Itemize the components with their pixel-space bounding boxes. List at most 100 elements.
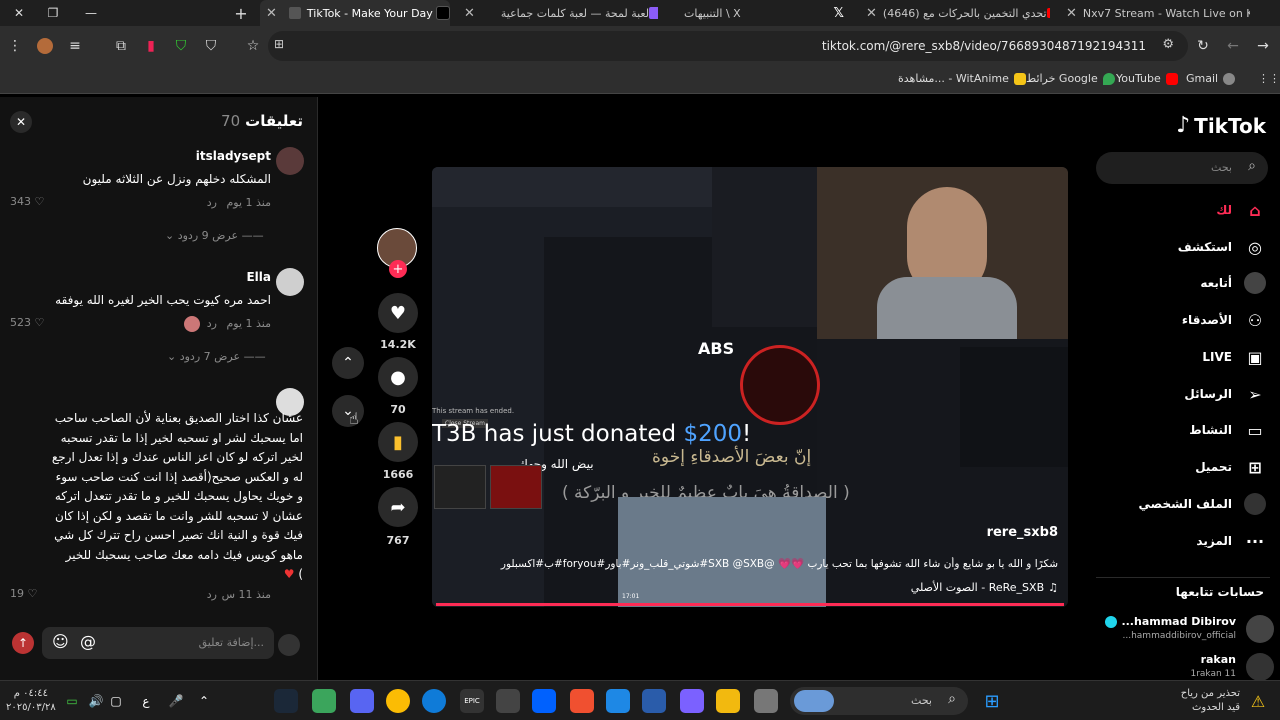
video-author[interactable]: rere_sxb8: [987, 525, 1058, 540]
close-tab-icon[interactable]: ✕: [866, 6, 877, 21]
nav-activity[interactable]: ▭ النشاط: [1189, 417, 1266, 443]
app-icon[interactable]: [754, 689, 778, 713]
comment-input[interactable]: إضافة تعليق... ☺ @: [42, 627, 274, 659]
close-comments-button[interactable]: ✕: [10, 111, 32, 133]
copilot-icon[interactable]: [680, 689, 704, 713]
reply-button[interactable]: رد: [207, 588, 217, 601]
search-input[interactable]: بحث ⌕: [1096, 152, 1268, 184]
post-comment-button[interactable]: ↑: [12, 632, 34, 654]
forward-icon[interactable]: ←: [1220, 33, 1246, 59]
tab-lamha[interactable]: ✕ لعبة لمحة — لعبة كلمات جماعية: [458, 0, 658, 26]
windows-start-icon[interactable]: ⊞: [980, 689, 1004, 713]
comment-likes[interactable]: 19 ♡: [10, 587, 37, 600]
star-bookmark-icon[interactable]: ☆: [240, 33, 266, 59]
bookmarks-overflow-icon[interactable]: ⋮⋮: [1258, 72, 1280, 85]
view-replies-button[interactable]: ⌄ عرض 7 ردود ——: [167, 350, 266, 363]
following-account-name[interactable]: rakan: [1201, 653, 1236, 666]
video-player[interactable]: This stream has ended. Close Stream ABS …: [432, 167, 1068, 607]
network-icon[interactable]: ▢: [104, 689, 128, 713]
back-icon[interactable]: →: [1250, 33, 1276, 59]
battery-icon[interactable]: ▭: [60, 689, 84, 713]
avatar[interactable]: [1246, 615, 1274, 643]
save-count: 1666: [382, 468, 414, 481]
epic-games-icon[interactable]: EPIC: [460, 689, 484, 713]
comment-button[interactable]: ●: [378, 357, 418, 397]
tray-chevron-icon[interactable]: ⌃: [192, 689, 216, 713]
restore-window-icon[interactable]: ❐: [34, 0, 72, 26]
comment-username[interactable]: Ella: [246, 270, 271, 284]
comment-likes[interactable]: 523 ♡: [10, 316, 44, 329]
save-button[interactable]: ▮: [378, 422, 418, 462]
close-window-icon[interactable]: ✕: [0, 0, 38, 26]
close-tab-icon[interactable]: ✕: [464, 6, 475, 21]
tab-kick[interactable]: ✕ Nxv7 Stream - Watch Live on K: [1060, 0, 1250, 26]
nav-messages[interactable]: ➢ الرسائل: [1184, 381, 1266, 407]
comment-likes[interactable]: 343 ♡: [10, 195, 44, 208]
bookmark-gmail[interactable]: Gmail: [1186, 72, 1236, 85]
file-explorer-icon[interactable]: [716, 689, 740, 713]
profile-avatar-icon[interactable]: [37, 38, 53, 54]
chrome-icon[interactable]: [386, 689, 410, 713]
share-button[interactable]: ➦: [378, 487, 418, 527]
nav-friends[interactable]: ⚇ الأصدقاء: [1182, 307, 1266, 333]
nav-explore[interactable]: ◎ استكشف: [1178, 234, 1266, 260]
tiktok-logo[interactable]: ♪ TikTok: [1176, 113, 1266, 138]
close-tab-icon[interactable]: ✕: [266, 6, 277, 21]
previous-video-button[interactable]: ⌃: [332, 347, 364, 379]
site-settings-icon[interactable]: ⚙: [1162, 37, 1174, 52]
extension-icon[interactable]: ▮: [138, 33, 164, 59]
nav-for-you[interactable]: ⌂ لك: [1216, 197, 1266, 223]
microphone-icon[interactable]: 🎤: [164, 689, 188, 713]
follow-plus-icon[interactable]: +: [389, 260, 407, 278]
comment-username[interactable]: itsladysept: [196, 149, 271, 163]
nav-live[interactable]: ▣ LIVE: [1202, 344, 1266, 370]
taskbar-search[interactable]: بحث ⌕: [790, 687, 968, 715]
avatar[interactable]: [276, 147, 304, 175]
minimize-window-icon[interactable]: —: [72, 0, 110, 26]
app-icon[interactable]: [312, 689, 336, 713]
mention-icon[interactable]: @: [80, 632, 96, 651]
translate-icon[interactable]: ⊞: [274, 37, 284, 51]
menu-dots-icon[interactable]: ⋮: [2, 33, 28, 59]
emoji-icon[interactable]: ☺: [52, 632, 69, 651]
view-replies-button[interactable]: ⌄ عرض 9 ردود ——: [165, 229, 264, 242]
following-account-name[interactable]: ...hammad Dibirov: [1105, 615, 1236, 628]
next-video-button[interactable]: ⌄: [332, 395, 364, 427]
bookmark-youtube[interactable]: YouTube: [1116, 72, 1178, 85]
app-icon[interactable]: [496, 689, 520, 713]
nav-more[interactable]: ··· المزيد: [1196, 528, 1266, 554]
avatar[interactable]: [1246, 653, 1274, 681]
reload-icon[interactable]: ↻: [1190, 33, 1216, 59]
language-indicator[interactable]: ع: [134, 689, 158, 713]
bookmark-witanime[interactable]: مشاهدة... - WitAnime: [898, 72, 1026, 85]
dropbox-icon[interactable]: [532, 689, 556, 713]
extensions-icon[interactable]: ⧉: [108, 33, 134, 59]
weather-widget[interactable]: تحذير من رياح قيد الحدوث: [1181, 687, 1240, 715]
nav-following[interactable]: أتابعه: [1200, 270, 1266, 296]
new-tab-button[interactable]: +: [222, 0, 260, 26]
mail-icon[interactable]: [606, 689, 630, 713]
address-bar[interactable]: ⊞ tiktok.com/@rere_sxb8/video/7668930487…: [268, 31, 1188, 61]
tab-x-notifications[interactable]: التنبيهات \ X 𝕏: [670, 0, 850, 26]
bookmark-google-maps[interactable]: خرائط Google: [1026, 72, 1115, 85]
privacy-icon[interactable]: ⛉: [198, 33, 224, 59]
like-button[interactable]: ♥: [378, 293, 418, 333]
avatar[interactable]: [276, 268, 304, 296]
reply-button[interactable]: رد: [207, 196, 217, 209]
steam-icon[interactable]: [274, 689, 298, 713]
nav-profile[interactable]: الملف الشخصي: [1139, 491, 1266, 517]
discord-icon[interactable]: [350, 689, 374, 713]
reading-list-icon[interactable]: ≡: [62, 33, 88, 59]
tab-youtube[interactable]: ✕ (4646) تحدي التخمين بالحركات مع: [860, 0, 1050, 26]
music-label[interactable]: ♫ ReRe_SXB - الصوت الأصلي: [911, 581, 1058, 594]
store-icon[interactable]: [642, 689, 666, 713]
nav-upload[interactable]: ⊞ تحميل: [1195, 454, 1266, 480]
clock[interactable]: ٠٤:٤٤ م ٢٠٢٥/٠٣/٢٨: [6, 687, 56, 715]
reply-button[interactable]: رد: [207, 317, 217, 330]
close-tab-icon[interactable]: ✕: [1066, 6, 1077, 21]
edge-icon[interactable]: [422, 689, 446, 713]
app-icon[interactable]: [570, 689, 594, 713]
tab-tiktok[interactable]: ✕ TikTok - Make Your Day: [260, 0, 450, 26]
shield-icon[interactable]: ⛉: [168, 33, 194, 59]
search-icon[interactable]: ⌕: [1248, 158, 1256, 174]
